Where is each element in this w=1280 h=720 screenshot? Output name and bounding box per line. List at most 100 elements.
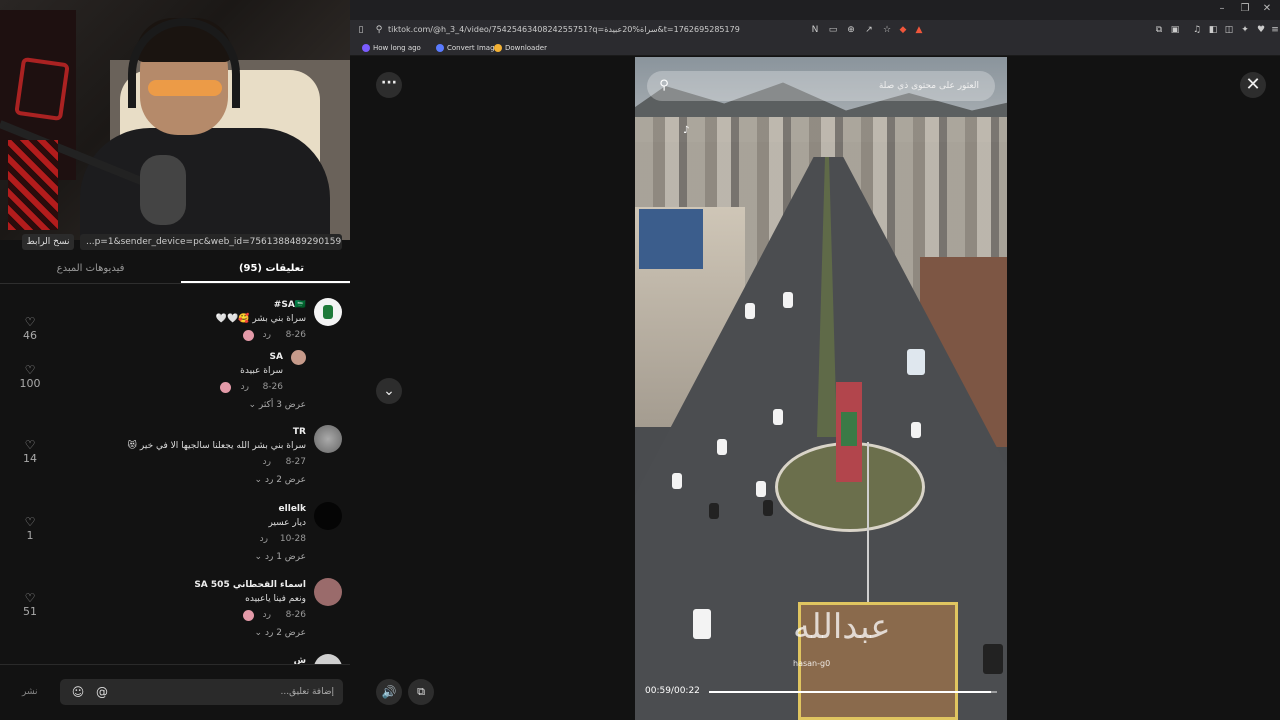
heart-icon[interactable]: ♡ (18, 316, 42, 329)
next-video-button[interactable]: ⌄ (376, 378, 402, 404)
brave-icon[interactable]: ♥ (1254, 23, 1268, 37)
comment-username[interactable]: ش (294, 656, 306, 664)
video-stage: ··· ⌄ 🔊 ⧉ ✕ ⚲ ♪ عبدالله h (350, 57, 1280, 720)
reply-button[interactable]: رد (241, 382, 249, 392)
download-icon (494, 44, 502, 52)
tab-creator-videos[interactable]: فيديوهات المبدع (0, 256, 181, 283)
reply-button[interactable]: رد (263, 610, 271, 620)
comment-username[interactable]: SA (270, 352, 283, 362)
search-icon[interactable]: ⚲ (655, 77, 673, 95)
heart-icon[interactable]: ♡ (18, 592, 42, 605)
comment-username[interactable]: اسماء القحطاني 505 SA (194, 580, 306, 590)
bookmark-label: Convert Image (447, 44, 499, 52)
extensions-icon[interactable]: ⧉ (1152, 23, 1166, 37)
comments-panel: نسخ الرابط ...p=1&sender_device=pc&web_i… (0, 234, 363, 720)
more-options-button[interactable]: ··· (376, 72, 402, 98)
close-icon[interactable]: ✕ (1240, 72, 1266, 98)
tab-comments[interactable]: (95) تعليقات (181, 256, 362, 283)
avatar[interactable] (291, 350, 306, 365)
avatar[interactable] (314, 502, 342, 530)
like-control[interactable]: ♡ 100 (18, 364, 42, 391)
comment-date: 8-26 (285, 610, 306, 620)
view-more-replies[interactable]: عرض 2 رد ⌄ (255, 628, 306, 638)
search-input[interactable] (683, 71, 987, 101)
share-icon[interactable]: ↗ (862, 23, 876, 37)
like-control[interactable]: ♡ 1 (18, 516, 42, 543)
comment-item: SA سراة عبيدة 8-26 رد عرض 3 أكثر ⌄ ♡ 100 (0, 350, 363, 420)
tabs-icon[interactable]: ◫ (1222, 23, 1236, 37)
avatar[interactable] (314, 578, 342, 606)
bookmark-icon[interactable]: ▯ (354, 23, 368, 37)
browser-titlebar: – ❐ ✕ (350, 0, 1280, 20)
sidebar-icon[interactable]: ◧ (1206, 23, 1220, 37)
brave-shield-icon[interactable]: ◆ (896, 23, 910, 37)
vpn-icon[interactable]: ✦ (1238, 23, 1252, 37)
cast-icon[interactable]: ▭ (826, 23, 840, 37)
comment-input[interactable] (116, 679, 340, 705)
comment-text: سراة بني بشر 🥰🤍🤍 (215, 314, 306, 324)
reply-button[interactable]: رد (263, 330, 271, 340)
video-car (693, 609, 711, 639)
reply-button[interactable]: رد (263, 457, 271, 467)
wallet-icon[interactable]: ▣ (1168, 23, 1182, 37)
view-more-replies[interactable]: عرض 1 رد ⌄ (255, 552, 306, 562)
view-more-label: عرض 1 رد (264, 552, 306, 562)
avatar[interactable] (314, 425, 342, 453)
avatar[interactable] (314, 654, 342, 664)
video-car (717, 439, 727, 455)
chevron-down-icon: ⌄ (254, 475, 263, 485)
video-player[interactable]: ⚲ ♪ عبدالله hasan-g0 00:59/00:22 (635, 57, 1007, 720)
like-control[interactable]: ♡ 14 (18, 439, 42, 466)
chevron-down-icon: ⌄ (248, 400, 256, 410)
restore-button[interactable]: ❐ (1235, 3, 1255, 14)
bookmark-convert-image[interactable]: Convert Image (436, 42, 499, 54)
mention-icon[interactable]: @ (94, 684, 110, 700)
bookmark-label: Downloader (505, 44, 547, 52)
like-control[interactable]: ♡ 51 (18, 592, 42, 619)
minimize-button[interactable]: – (1212, 3, 1232, 14)
view-more-replies[interactable]: عرض 3 أكثر ⌄ (248, 400, 306, 410)
creator-liked-avatar (243, 610, 254, 621)
copy-link-button[interactable]: نسخ الرابط (22, 234, 74, 250)
reader-icon[interactable]: N (808, 23, 822, 37)
rewards-icon[interactable]: ▲ (912, 23, 926, 37)
progress-bar[interactable] (709, 691, 997, 693)
bookmark-label: How long ago (373, 44, 421, 52)
star-icon[interactable]: ☆ (880, 23, 894, 37)
view-more-replies[interactable]: عرض 2 رد ⌄ (255, 475, 306, 485)
watermark-handle: hasan-g0 (793, 659, 831, 668)
share-link-text[interactable]: ...p=1&sender_device=pc&web_id=756138848… (80, 234, 342, 250)
media-icon[interactable]: ♫ (1190, 23, 1204, 37)
avatar[interactable] (314, 298, 342, 326)
image-icon (436, 44, 444, 52)
progress-fill (709, 691, 992, 693)
share-link-row: نسخ الرابط ...p=1&sender_device=pc&web_i… (22, 234, 342, 250)
comment-composer: نشر ☺ @ (0, 664, 363, 720)
view-more-label: عرض 2 رد (264, 628, 306, 638)
window-close-button[interactable]: ✕ (1257, 3, 1277, 14)
view-more-label: عرض 2 رد (264, 475, 306, 485)
zoom-icon[interactable]: ⊕ (844, 23, 858, 37)
picture-in-picture-icon[interactable]: ⧉ (408, 679, 434, 705)
bookmark-downloader[interactable]: Downloader (494, 42, 547, 54)
emoji-icon[interactable]: ☺ (70, 684, 86, 700)
post-button[interactable]: نشر (22, 687, 38, 697)
reply-button[interactable]: رد (260, 534, 268, 544)
like-count: 46 (23, 329, 37, 342)
heart-icon[interactable]: ♡ (18, 516, 42, 529)
video-car (783, 292, 793, 308)
menu-icon[interactable]: ≡ (1268, 23, 1280, 37)
heart-icon[interactable]: ♡ (18, 364, 42, 377)
comment-username[interactable]: SA🇸🇦# (274, 300, 306, 310)
site-info-icon[interactable]: ⚲ (372, 23, 386, 37)
comment-username[interactable]: TR (293, 427, 306, 437)
volume-icon[interactable]: 🔊 (376, 679, 402, 705)
like-control[interactable]: ♡ 46 (18, 316, 42, 343)
flag-emblem-icon (323, 305, 333, 319)
video-car (911, 422, 921, 438)
bookmark-how-long-ago[interactable]: How long ago (362, 42, 421, 54)
comment-item: ellelk ديار عسير 10-28 رد عرض 1 رد ⌄ ♡ 1 (0, 502, 363, 570)
comment-username[interactable]: ellelk (279, 504, 306, 514)
bookmarks-bar: How long ago Convert Image Downloader (350, 40, 1280, 56)
heart-icon[interactable]: ♡ (18, 439, 42, 452)
